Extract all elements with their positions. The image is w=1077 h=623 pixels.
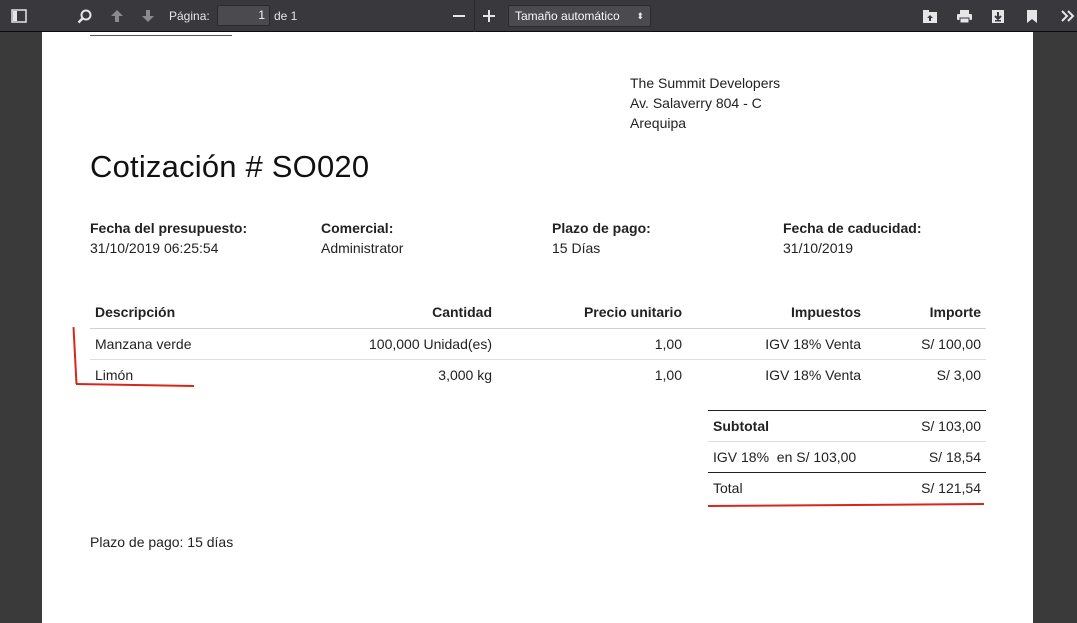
- column-header: Descripción: [90, 297, 290, 329]
- line-taxes: IGV 18% Venta: [687, 328, 866, 360]
- total-value: S/ 121,54: [921, 480, 981, 497]
- page-label: Página:: [169, 9, 210, 23]
- header-rule: [90, 35, 232, 36]
- totals-table: Subtotal S/ 103,00 IGV 18% en S/ 103,00 …: [708, 410, 986, 504]
- arrow-up-icon[interactable]: [108, 6, 126, 26]
- company-city: Arequipa: [630, 115, 687, 131]
- company-name: The Summit Developers: [630, 75, 781, 91]
- payment-terms-note: Plazo de pago: 15 días: [90, 534, 234, 550]
- zoom-value: Tamaño automático: [515, 9, 620, 23]
- page-number-input[interactable]: 1: [217, 5, 270, 26]
- info-value: 31/10/2019: [783, 240, 854, 256]
- column-header: Importe: [866, 297, 986, 329]
- annotation-bracket-line: [72, 326, 78, 385]
- line-quantity: 3,000 kg: [438, 366, 492, 383]
- sidebar-toggle-icon[interactable]: [9, 6, 29, 26]
- tax-label: IGV 18% en S/ 103,00: [708, 441, 899, 473]
- info-expiration-date: Fecha de caducidad: 31/10/2019: [783, 218, 921, 258]
- line-taxes: IGV 18% Venta: [765, 366, 861, 383]
- column-header: Cantidad: [290, 297, 497, 329]
- order-lines-table: Descripción Cantidad Precio unitario Imp…: [90, 297, 986, 390]
- document-title: Cotización # SO020: [90, 149, 370, 184]
- toolbar-separator: [474, 0, 475, 32]
- tax-value: S/ 18,54: [898, 441, 986, 473]
- line-amount: S/ 3,00: [936, 366, 981, 383]
- subtotal-label: Subtotal: [708, 410, 899, 442]
- column-header: Impuestos: [687, 297, 866, 329]
- company-address: The Summit Developers Av. Salaverry 804 …: [630, 73, 780, 133]
- info-label: Comercial:: [321, 220, 394, 236]
- chevron-updown-icon: ⬍: [636, 11, 644, 21]
- info-label: Fecha de caducidad:: [783, 220, 922, 236]
- line-quantity: 100,000 Unidad(es): [290, 328, 497, 360]
- info-value: 31/10/2019 06:25:54: [90, 240, 219, 256]
- zoom-select[interactable]: Tamaño automático ⬍: [508, 5, 651, 27]
- document-page: The Summit Developers Av. Salaverry 804 …: [42, 32, 1033, 623]
- tax-row: IGV 18% en S/ 103,00 S/ 18,54: [708, 441, 986, 473]
- double-chevron-right-icon[interactable]: [1060, 6, 1076, 26]
- line-description: Manzana verde: [90, 328, 290, 360]
- line-unit-price: 1,00: [654, 366, 682, 383]
- plus-icon[interactable]: [480, 6, 498, 26]
- info-label: Plazo de pago:: [552, 220, 651, 236]
- info-quote-date: Fecha del presupuesto: 31/10/2019 06:25:…: [90, 218, 247, 258]
- toolbar-separator: [38, 0, 39, 32]
- line-amount: S/ 100,00: [866, 328, 986, 360]
- print-icon[interactable]: [954, 6, 974, 26]
- table-row: Manzana verde 100,000 Unidad(es) 1,00 IG…: [90, 328, 986, 360]
- info-value: 15 Días: [552, 240, 601, 256]
- minus-icon[interactable]: [450, 6, 468, 26]
- arrow-down-icon[interactable]: [139, 6, 157, 26]
- info-salesperson: Comercial: Administrator: [321, 218, 403, 258]
- info-value: Administrator: [321, 240, 404, 256]
- page-count-label: de 1: [274, 9, 298, 23]
- info-label: Fecha del presupuesto:: [90, 220, 248, 236]
- table-header-row: Descripción Cantidad Precio unitario Imp…: [90, 297, 986, 329]
- company-street: Av. Salaverry 804 - C: [630, 95, 762, 111]
- subtotal-row: Subtotal S/ 103,00: [708, 410, 986, 442]
- total-label: Total: [713, 480, 743, 497]
- total-row: Total S/ 121,54: [708, 473, 986, 504]
- bookmark-icon[interactable]: [1022, 6, 1042, 26]
- download-icon[interactable]: [988, 6, 1008, 26]
- pdf-toolbar: Página: 1 de 1 Tamaño automático ⬍: [0, 0, 1077, 32]
- info-payment-terms: Plazo de pago: 15 Días: [552, 218, 651, 258]
- column-header: Precio unitario: [497, 297, 687, 329]
- search-icon[interactable]: [75, 6, 93, 26]
- annotation-underline: [707, 503, 985, 507]
- table-row: Limón 3,000 kg 1,00 IGV 18% Venta S/ 3,0…: [90, 359, 986, 390]
- line-unit-price: 1,00: [497, 328, 687, 360]
- subtotal-value: S/ 103,00: [898, 410, 986, 442]
- presentation-icon[interactable]: [920, 6, 940, 26]
